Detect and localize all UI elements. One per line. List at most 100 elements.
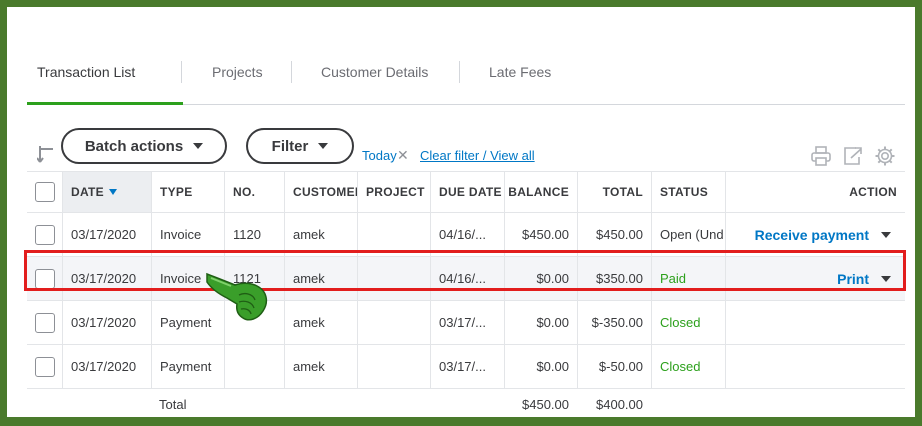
cell-action [725,345,905,388]
cell-status: Closed [651,301,725,344]
table-row[interactable]: 03/17/2020 Payment amek 03/17/... $0.00 … [27,345,905,389]
cell-total: $-350.00 [577,301,651,344]
chevron-down-icon [193,143,204,149]
column-header-project[interactable]: PROJECT [357,172,430,212]
cell-action: Print [725,257,905,300]
tab-transaction-list[interactable]: Transaction List [27,59,183,105]
row-select-cell [27,213,62,256]
cell-action [725,301,905,344]
cell-balance: $0.00 [504,301,577,344]
column-header-customer[interactable]: CUSTOMER [284,172,357,212]
cell-balance: $450.00 [504,213,577,256]
select-all-cell [27,172,62,212]
batch-actions-label: Batch actions [84,137,184,155]
filter-chip-today: Today [362,148,397,163]
cell-balance: $0.00 [504,345,577,388]
cell-customer: amek [284,257,357,300]
header-label: CUSTOMER [293,185,357,199]
tab-label: Transaction List [37,64,136,80]
filter-label: Filter [271,137,309,155]
cell-project [357,301,430,344]
header-label: DUE DATE [439,185,502,199]
header-label: TYPE [160,185,193,199]
header-label: STATUS [660,185,709,199]
select-all-checkbox[interactable] [34,182,55,202]
chevron-down-icon[interactable] [881,231,891,238]
totals-total: $400.00 [596,396,643,412]
table-row[interactable]: 03/17/2020 Invoice 1121 amek 04/16/... $… [27,257,905,301]
chevron-down-icon[interactable] [881,275,891,282]
column-header-type[interactable]: TYPE [151,172,224,212]
cell-due-date: 04/16/... [430,257,504,300]
row-select-cell [27,345,62,388]
cell-action: Receive payment [725,213,905,256]
totals-label: Total [159,396,187,412]
tab-divider [291,61,292,83]
cell-due-date: 03/17/... [430,301,504,344]
column-header-no[interactable]: NO. [224,172,284,212]
cell-due-date: 04/16/... [430,213,504,256]
clear-filter-link[interactable]: Clear filter / View all [420,148,535,163]
receive-payment-link[interactable]: Receive payment [755,227,869,243]
row-select-cell [27,257,62,300]
cell-no [224,345,284,388]
cell-status: Paid [651,257,725,300]
batch-actions-button[interactable]: Batch actions [61,128,227,164]
header-label: ACTION [849,185,897,199]
cell-total: $-50.00 [577,345,651,388]
cell-project [357,345,430,388]
cell-date: 03/17/2020 [62,301,151,344]
table-row[interactable]: 03/17/2020 Invoice 1120 amek 04/16/... $… [27,213,905,257]
cell-status: Closed [651,345,725,388]
cell-balance: $0.00 [504,257,577,300]
printer-icon[interactable] [810,145,832,167]
column-header-total[interactable]: TOTAL [577,172,651,212]
cell-total: $450.00 [577,213,651,256]
totals-balance: $450.00 [522,396,569,412]
table-header-row: DATE TYPE NO. CUSTOMER PROJECT DUE DATE … [27,171,905,213]
tab-divider [181,61,182,83]
header-label: PROJECT [366,185,425,199]
tab-label: Projects [212,64,263,80]
cell-date: 03/17/2020 [62,257,151,300]
tab-label: Customer Details [321,64,429,80]
sort-desc-icon [108,189,117,195]
cell-customer: amek [284,213,357,256]
cell-no: 1120 [224,213,284,256]
cell-date: 03/17/2020 [62,213,151,256]
tab-divider [459,61,460,83]
column-header-date[interactable]: DATE [62,172,151,212]
column-header-action: ACTION [725,172,905,212]
row-checkbox[interactable] [34,224,55,245]
cell-customer: amek [284,345,357,388]
tab-bar: Transaction List Projects Customer Detai… [27,59,905,105]
column-header-balance[interactable]: BALANCE [504,172,577,212]
table-row[interactable]: 03/17/2020 Payment amek 03/17/... $0.00 … [27,301,905,345]
tab-late-fees[interactable]: Late Fees [479,59,561,105]
cell-date: 03/17/2020 [62,345,151,388]
cell-status: Open (Und [651,213,725,256]
tab-label: Late Fees [489,64,552,80]
column-header-status[interactable]: STATUS [651,172,725,212]
gear-icon[interactable] [874,145,896,167]
export-icon[interactable] [842,145,864,167]
row-checkbox[interactable] [34,268,55,289]
totals-row: Total $450.00 $400.00 [27,389,905,417]
cell-due-date: 03/17/... [430,345,504,388]
column-header-due-date[interactable]: DUE DATE [430,172,504,212]
cell-customer: amek [284,301,357,344]
row-checkbox[interactable] [34,356,55,377]
print-link[interactable]: Print [837,271,869,287]
tab-customer-details[interactable]: Customer Details [311,59,438,105]
cell-type: Payment [151,345,224,388]
row-select-cell [27,301,62,344]
tab-projects[interactable]: Projects [202,59,273,105]
header-label: TOTAL [602,185,643,199]
filter-button[interactable]: Filter [246,128,354,164]
chevron-down-icon [318,143,329,149]
pointing-hand-icon [206,272,268,321]
row-checkbox[interactable] [34,312,55,333]
page-frame: Transaction List Projects Customer Detai… [7,7,915,417]
cell-total: $350.00 [577,257,651,300]
close-icon[interactable]: ✕ [397,147,409,164]
